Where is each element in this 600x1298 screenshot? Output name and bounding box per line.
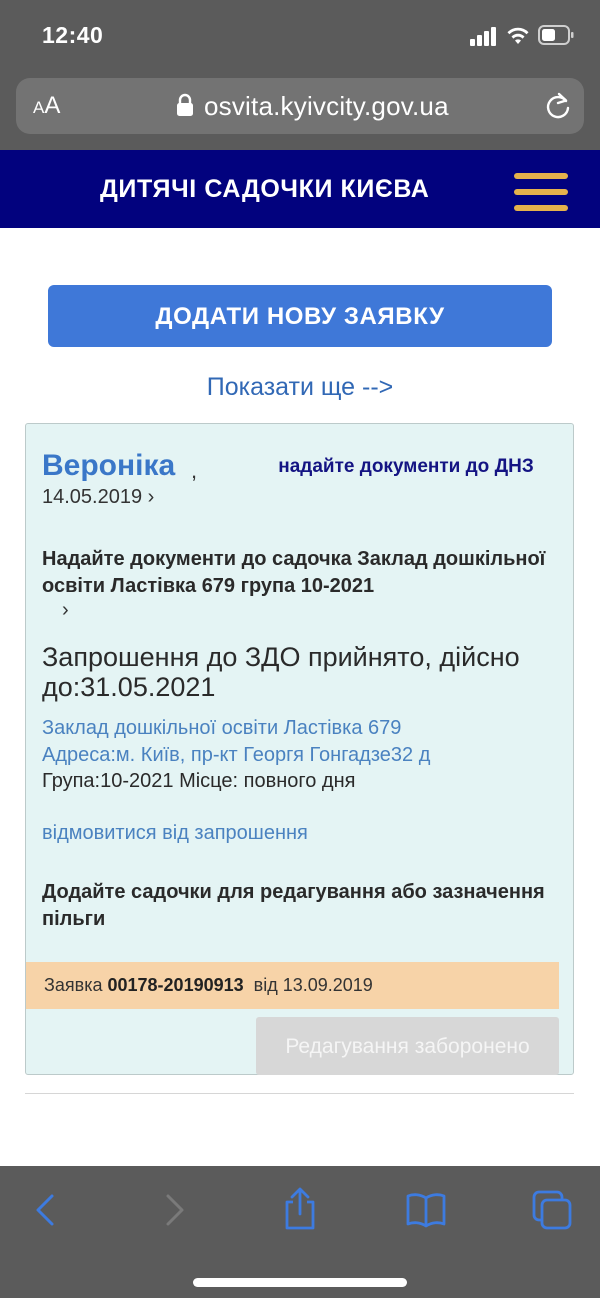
cellular-signal-icon xyxy=(470,26,498,46)
school-name-link[interactable]: Заклад дошкільної освіти Ластівка 679 xyxy=(42,717,401,740)
status-bar: 12:40 xyxy=(0,0,600,70)
forward-arrow-icon[interactable] xyxy=(152,1188,196,1232)
share-icon[interactable] xyxy=(278,1186,322,1232)
request-info: Заявка 00178-20190913 від 13.09.2019 xyxy=(44,975,373,995)
site-header: ДИТЯЧІ САДОЧКИ КИЄВА xyxy=(0,150,600,228)
back-arrow-icon[interactable] xyxy=(24,1188,68,1232)
site-title: ДИТЯЧІ САДОЧКИ КИЄВА xyxy=(100,175,430,203)
child-name: Вероніка xyxy=(42,449,176,482)
wifi-icon xyxy=(507,27,529,44)
decline-invitation-link[interactable]: відмовитися від запрошення xyxy=(42,822,308,845)
school-address-link[interactable]: Адреса:м. Київ, пр-кт Георгя Гонгадзе32 … xyxy=(42,744,430,767)
reader-text-size-button[interactable]: AA xyxy=(33,92,60,120)
lock-icon xyxy=(177,93,193,116)
name-separator: , xyxy=(191,458,198,483)
request-number: 00178-20190913 xyxy=(107,975,244,995)
provide-documents-link[interactable]: Надайте документи до садочка Заклад дошк… xyxy=(42,546,562,600)
address-bar[interactable]: AA osvita.kyivcity.gov.ua xyxy=(16,78,584,134)
browser-top-chrome: 12:40 AA osvita.kyivcity.gov.ua xyxy=(0,0,600,150)
url-text[interactable]: osvita.kyivcity.gov.ua xyxy=(204,91,449,122)
tabs-icon[interactable] xyxy=(530,1188,574,1232)
child-birth-date-link[interactable]: 14.05.2019 › xyxy=(42,486,154,509)
bookmarks-book-icon[interactable] xyxy=(404,1188,448,1232)
status-note: надайте документи до ДНЗ xyxy=(278,456,534,477)
home-indicator xyxy=(193,1278,407,1287)
edit-disabled-button: Редагування заборонено xyxy=(256,1017,559,1075)
group-and-place: Група:10-2021 Місце: повного дня xyxy=(42,770,356,792)
add-kindergartens-note: Додайте садочки для редагування або зазн… xyxy=(42,881,545,930)
reload-icon[interactable] xyxy=(544,91,572,121)
battery-icon xyxy=(538,25,574,45)
status-time: 12:40 xyxy=(42,22,104,48)
chevron-right-icon[interactable]: › xyxy=(62,599,69,622)
add-new-request-button[interactable]: ДОДАТИ НОВУ ЗАЯВКУ xyxy=(48,285,552,347)
invitation-status: Запрошення до ЗДО прийнято, дійсно до:31… xyxy=(42,642,520,702)
hamburger-menu-icon[interactable] xyxy=(514,173,568,211)
divider xyxy=(25,1093,574,1094)
application-card: Вероніка , 14.05.2019 › надайте документ… xyxy=(25,423,574,1075)
browser-bottom-toolbar xyxy=(0,1166,600,1298)
show-more-link[interactable]: Показати ще --> xyxy=(0,373,600,402)
request-info-bar: Заявка 00178-20190913 від 13.09.2019 xyxy=(26,962,559,1009)
